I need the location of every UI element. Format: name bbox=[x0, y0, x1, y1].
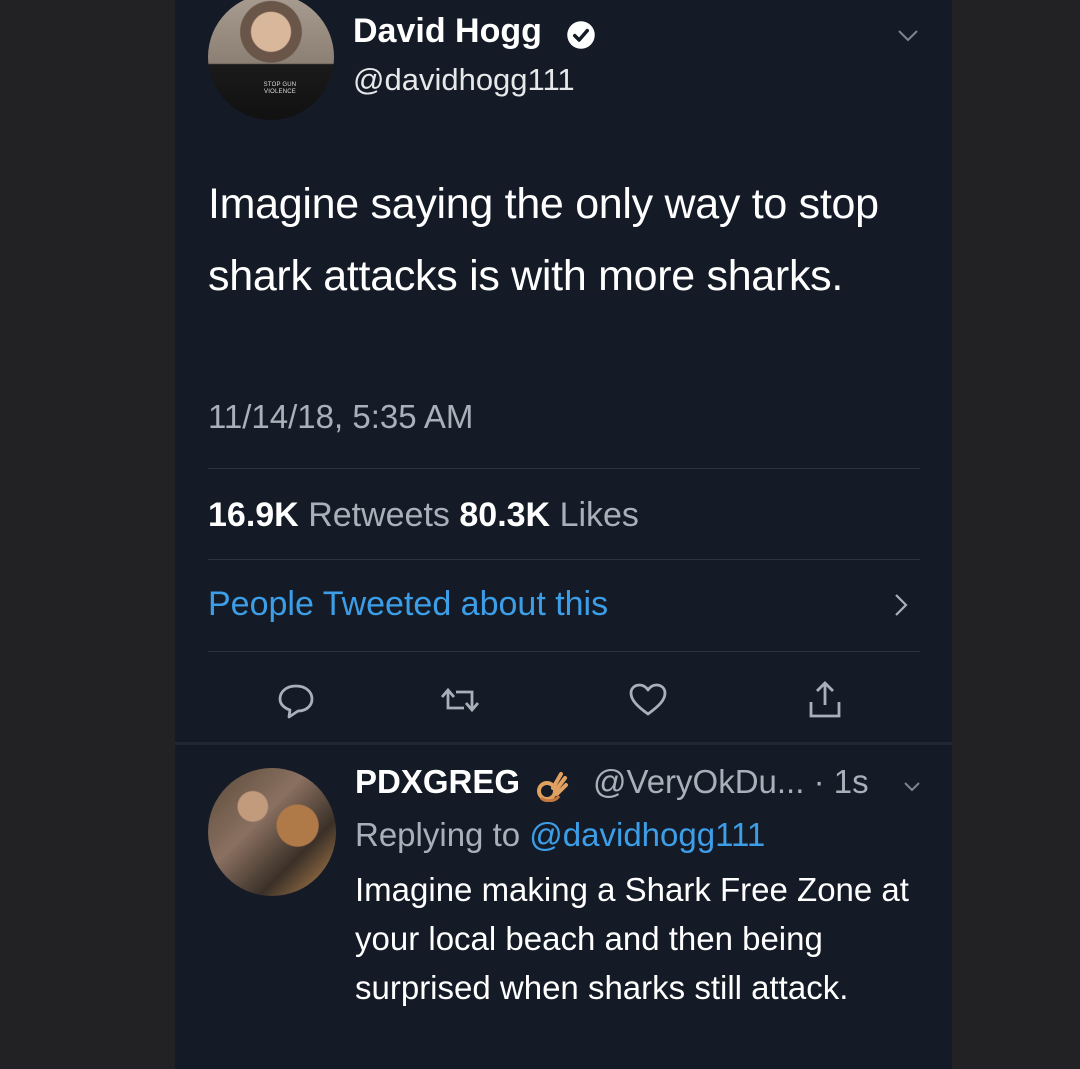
chevron-down-icon[interactable] bbox=[897, 26, 919, 46]
author-name[interactable]: David Hogg bbox=[353, 12, 542, 51]
reply-meta: @VeryOkDu... · 1s bbox=[593, 763, 869, 801]
replying-to-label: Replying to bbox=[355, 816, 521, 853]
retweets-count[interactable]: 16.9K bbox=[208, 496, 299, 534]
reply-author-avatar[interactable] bbox=[208, 768, 336, 896]
retweets-label[interactable]: Retweets bbox=[308, 496, 450, 534]
reply-text: Imagine making a Shark Free Zone at your… bbox=[355, 871, 909, 1006]
author-avatar[interactable]: STOP GUN VIOLENCE bbox=[208, 0, 334, 120]
replying-to: Replying to @davidhogg111 bbox=[355, 816, 765, 854]
avatar-shirt-text: STOP GUN VIOLENCE bbox=[263, 82, 297, 95]
replying-to-handle[interactable]: @davidhogg111 bbox=[529, 816, 765, 853]
people-tweeted-link[interactable]: People Tweeted about this bbox=[208, 585, 608, 624]
section-separator bbox=[175, 742, 952, 745]
reply-author-handle[interactable]: @VeryOkDu... bbox=[593, 763, 804, 800]
reply-icon[interactable] bbox=[275, 680, 317, 720]
divider bbox=[208, 651, 920, 652]
tweet-text: Imagine saying the only way to stop shar… bbox=[208, 180, 879, 300]
engagement-stats: 16.9K Retweets 80.3K Likes bbox=[208, 496, 639, 535]
retweet-icon[interactable] bbox=[439, 680, 481, 720]
ok-hand-emoji-icon bbox=[537, 772, 568, 802]
chevron-right-icon[interactable] bbox=[891, 592, 911, 618]
divider bbox=[208, 468, 920, 469]
verified-badge-icon bbox=[567, 21, 595, 49]
tweet-timestamp: 11/14/18, 5:35 AM bbox=[208, 398, 474, 435]
tweet-screen: STOP GUN VIOLENCE David Hogg @davidhogg1… bbox=[175, 0, 952, 1069]
likes-count[interactable]: 80.3K bbox=[459, 496, 550, 534]
heart-icon[interactable] bbox=[627, 680, 669, 720]
share-icon[interactable] bbox=[804, 680, 846, 720]
likes-label[interactable]: Likes bbox=[560, 496, 639, 534]
reply-chevron-down-icon[interactable] bbox=[903, 779, 921, 795]
divider bbox=[208, 559, 920, 560]
reply-author-name[interactable]: PDXGREG bbox=[355, 763, 520, 801]
reply-time: · 1s bbox=[813, 763, 869, 800]
author-handle[interactable]: @davidhogg111 bbox=[353, 62, 575, 98]
